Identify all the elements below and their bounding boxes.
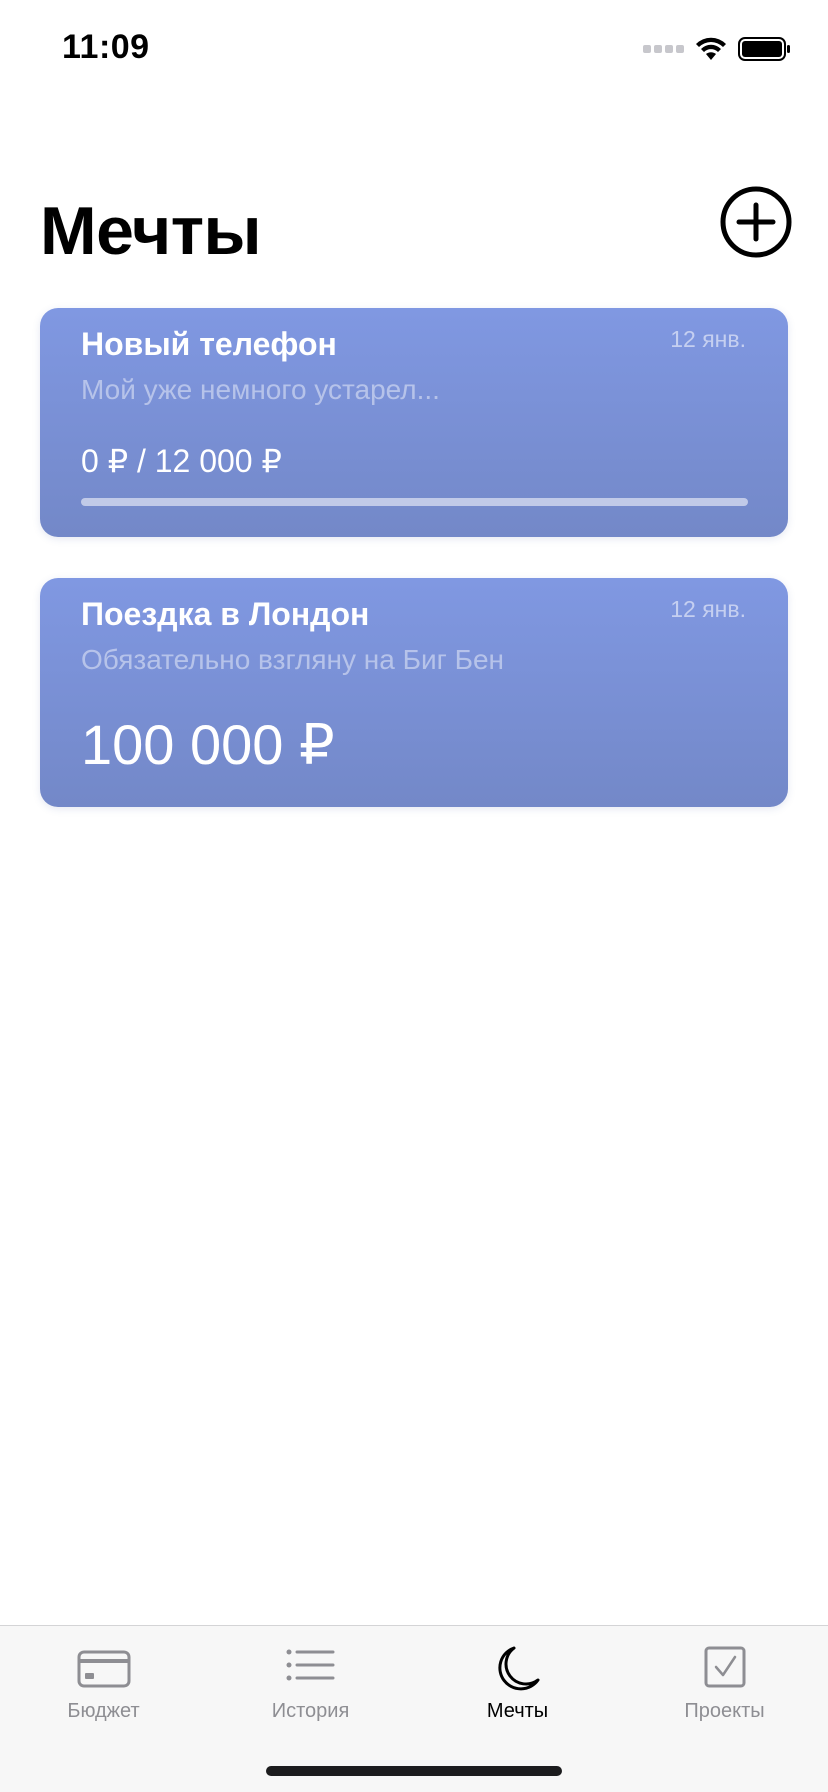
dream-description: Мой уже немного устарел... — [81, 374, 440, 405]
tab-history[interactable]: История — [207, 1626, 414, 1736]
tab-dreams[interactable]: Мечты — [414, 1626, 621, 1736]
dream-amount: 0 ₽ / 12 000 ₽ — [81, 443, 282, 479]
wifi-icon — [696, 37, 726, 60]
tab-budget[interactable]: Бюджет — [0, 1626, 207, 1736]
tab-label: Проекты — [684, 1700, 765, 1722]
dream-title: Поездка в Лондон — [81, 596, 370, 632]
list-icon — [286, 1649, 334, 1681]
dream-date: 12 янв. — [670, 596, 746, 622]
dream-date: 12 янв. — [670, 326, 746, 352]
tab-projects[interactable]: Проекты — [621, 1626, 828, 1736]
dream-title: Новый телефон — [81, 326, 337, 362]
moon-icon — [497, 1646, 539, 1691]
cellular-signal-icon — [643, 45, 684, 53]
status-time: 11:09 — [62, 28, 150, 66]
checkbox-icon — [704, 1646, 745, 1688]
battery-icon — [738, 37, 790, 61]
plus-circle-icon — [720, 186, 792, 258]
dream-amount: 100 000 ₽ — [81, 713, 335, 776]
page-title: Мечты — [40, 193, 262, 269]
dream-card[interactable]: Поездка в Лондон 12 янв. Обязательно взг… — [40, 578, 788, 807]
dream-progress-bar — [81, 498, 748, 506]
add-dream-button[interactable] — [720, 186, 792, 258]
credit-card-icon — [77, 1650, 130, 1688]
dream-description: Обязательно взгляну на Биг Бен — [81, 644, 505, 675]
tab-label: Мечты — [486, 1700, 549, 1722]
dream-card[interactable]: Новый телефон 12 янв. Мой уже немного ус… — [40, 308, 788, 537]
home-indicator — [266, 1766, 562, 1776]
status-icons — [643, 34, 792, 64]
tab-label: История — [271, 1700, 350, 1722]
dreams-screen: 11:09 Мечты Новый телефон 12 янв. Мой уж… — [0, 0, 828, 1792]
tab-label: Бюджет — [67, 1700, 140, 1722]
